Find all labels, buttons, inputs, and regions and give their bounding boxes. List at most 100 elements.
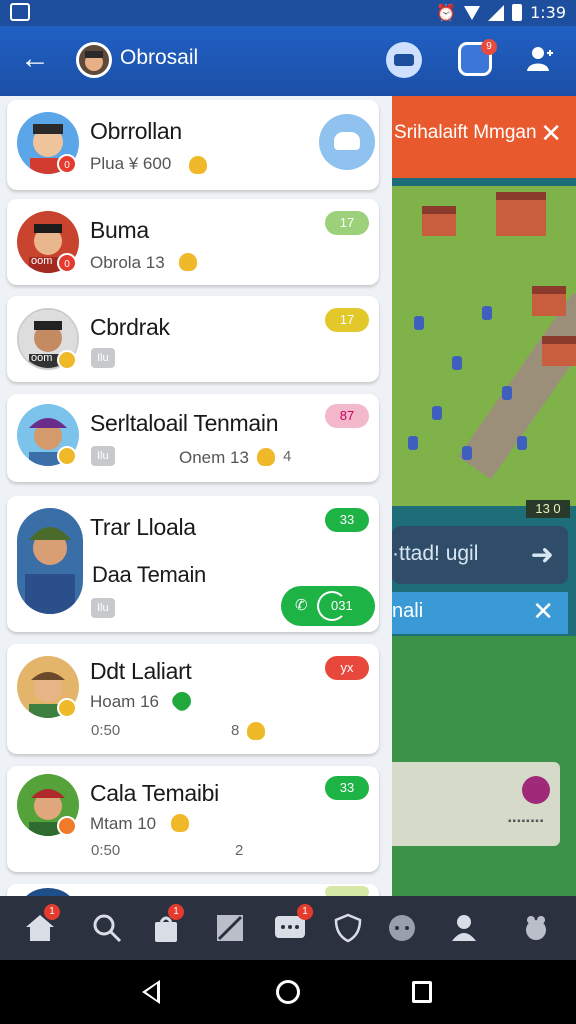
action-button-label: ·ttad! ugil xyxy=(392,542,479,565)
info-card[interactable]: ▪▪▪▪▪▪▪▪ xyxy=(392,762,560,846)
list-item[interactable]: Serltaloail Tenmain Ilu Onem 13 4 87 xyxy=(7,394,379,482)
chat-list[interactable]: 0 Obrrollan Plua ¥ 600 oom 0 Buma Obrola… xyxy=(0,96,392,896)
contact-status: Onem 13 xyxy=(179,448,249,467)
notification-text: nali xyxy=(392,600,424,622)
contact-status: Obrola 13 xyxy=(90,253,165,272)
house xyxy=(542,336,576,366)
wifi-icon xyxy=(464,5,481,20)
signal-icon xyxy=(488,4,505,21)
game-background: Srihalaift Mmgan ✕ 13 0 ·ttad! ugil ➜ na… xyxy=(392,96,576,896)
list-item[interactable]: Ddt Laliart Hoam 16 0:50 8 yx xyxy=(7,644,379,754)
villager xyxy=(462,446,472,460)
gem-icon xyxy=(169,688,195,714)
add-user-icon[interactable] xyxy=(526,44,554,74)
contact-subtitle: Daa Temain xyxy=(92,562,206,587)
notification-banner[interactable]: Srihalaift Mmgan ✕ xyxy=(392,96,576,178)
system-back-icon-inner xyxy=(146,984,157,1000)
contact-name: Serltaloail Tenmain xyxy=(90,410,279,436)
status-badge xyxy=(325,886,369,896)
notification-badge: 1 xyxy=(168,904,184,920)
status-bar: ⏰ 1:39 xyxy=(0,0,576,26)
alarm-icon: ⏰ xyxy=(436,3,457,22)
status-badge: yx xyxy=(325,656,369,680)
trail-count: 4 xyxy=(283,448,292,465)
avatar-badge xyxy=(57,350,77,370)
contact-name: Cbrdrak xyxy=(90,314,170,340)
call-label: 031 xyxy=(331,598,353,613)
bottom-nav: 1 1 1 xyxy=(0,896,576,960)
shield-icon[interactable] xyxy=(328,908,368,948)
search-icon[interactable] xyxy=(87,908,127,948)
level-chip: Ilu xyxy=(91,598,115,618)
villager xyxy=(452,356,462,370)
info-card-label: ▪▪▪▪▪▪▪▪ xyxy=(508,816,545,827)
villager xyxy=(408,436,418,450)
level-chip: Ilu xyxy=(91,446,115,466)
avatar[interactable] xyxy=(21,888,75,896)
notification-badge: 1 xyxy=(297,904,313,920)
notification-banner[interactable]: nali ✕ xyxy=(392,592,568,634)
house xyxy=(496,192,546,236)
contact-name: Buma xyxy=(90,217,149,243)
contact-status: Hoam 16 xyxy=(90,692,159,711)
notification-badge: 9 xyxy=(481,39,497,55)
list-item[interactable] xyxy=(7,884,379,896)
status-badge: 87 xyxy=(325,404,369,428)
avatar-badge: 0 xyxy=(57,154,77,174)
sparkle-icon xyxy=(189,156,207,174)
list-item[interactable]: Trar Lloala Daa Temain Ilu 33 ✆ 031 xyxy=(7,496,379,632)
level-chip: Ilu xyxy=(91,348,115,368)
status-badge: 17 xyxy=(325,211,369,235)
game-controller-icon[interactable] xyxy=(386,42,422,78)
action-button[interactable]: ·ttad! ugil ➜ xyxy=(392,526,568,584)
hand-icon[interactable] xyxy=(516,908,556,948)
avatar-badge: 0 xyxy=(57,253,77,273)
back-arrow-icon[interactable]: ← xyxy=(20,44,50,74)
flame-icon xyxy=(247,722,265,740)
flame-icon xyxy=(171,814,189,832)
status-badge: 33 xyxy=(325,508,369,532)
phone-icon: ✆ xyxy=(295,597,308,614)
contact-name: Trar Lloala xyxy=(90,514,196,540)
edit-icon[interactable] xyxy=(210,908,250,948)
contact-status: Plua ¥ 600 xyxy=(90,154,172,173)
status-badge: 17 xyxy=(325,308,369,332)
battery-icon xyxy=(512,4,523,21)
avatar[interactable] xyxy=(76,42,112,78)
system-recents-icon[interactable] xyxy=(412,981,432,1003)
avatar-badge xyxy=(57,698,77,718)
system-nav-bar xyxy=(0,960,576,1024)
page-title: Obrosail xyxy=(120,46,199,69)
villager xyxy=(502,386,512,400)
house xyxy=(422,206,456,236)
avatar-label: oom xyxy=(31,352,53,364)
info-dot-icon xyxy=(522,776,550,804)
map-road xyxy=(458,292,576,480)
avatar-badge xyxy=(57,816,77,836)
timestamp: 0:50 xyxy=(91,842,121,859)
list-item[interactable]: Cala Temaibi Mtam 10 0:50 2 33 xyxy=(7,766,379,872)
status-badge: 33 xyxy=(325,776,369,800)
timestamp: 0:50 xyxy=(91,722,121,739)
cloud-action-button[interactable] xyxy=(319,114,375,170)
avatar-badge xyxy=(57,446,77,466)
flame-icon xyxy=(179,253,197,271)
call-button[interactable]: ✆ 031 xyxy=(281,586,375,626)
list-item[interactable]: 0 Obrrollan Plua ¥ 600 xyxy=(7,100,379,190)
close-icon[interactable]: ✕ xyxy=(532,596,554,627)
profile-icon[interactable] xyxy=(444,908,484,948)
list-item[interactable]: oom Cbrdrak Ilu 17 xyxy=(7,296,379,382)
close-icon[interactable]: ✕ xyxy=(540,118,562,149)
contact-name: Obrrollan xyxy=(90,118,182,144)
notification-text: Srihalaift Mmgan xyxy=(394,122,537,143)
list-item[interactable]: oom 0 Buma Obrola 13 17 xyxy=(7,199,379,285)
resource-counter: 13 0 xyxy=(526,500,570,518)
screenshot-icon xyxy=(10,3,30,21)
avatar[interactable] xyxy=(17,508,83,614)
contact-status: Mtam 10 xyxy=(90,814,157,833)
game-map[interactable] xyxy=(392,186,576,506)
dots-icon[interactable] xyxy=(382,908,422,948)
status-time: 1:39 xyxy=(530,3,566,22)
system-home-icon[interactable] xyxy=(276,980,300,1004)
villager xyxy=(517,436,527,450)
